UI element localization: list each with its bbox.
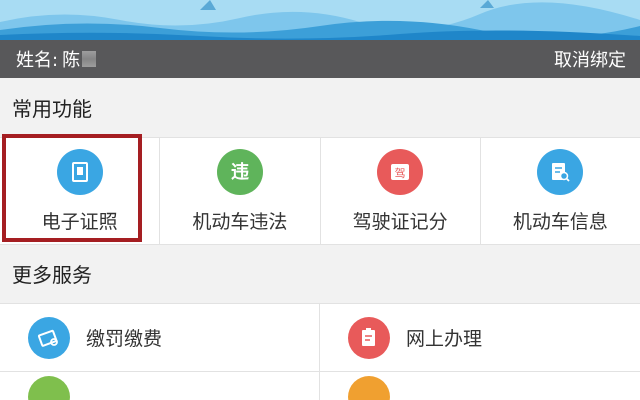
name-value: 陈 — [62, 50, 81, 71]
service-label: 网上办理 — [406, 328, 483, 350]
function-license-points[interactable]: 驾 驾驶证记分 — [321, 138, 481, 244]
header-banner — [0, 0, 640, 40]
function-vehicle-violation[interactable]: 违 机动车违法 — [160, 138, 321, 244]
function-label: 电子证照 — [41, 210, 118, 233]
unbind-button[interactable]: 取消绑定 — [554, 46, 626, 72]
function-label: 机动车信息 — [512, 210, 608, 233]
service-payment[interactable]: 缴罚缴费 — [0, 304, 320, 372]
service-online[interactable]: 网上办理 — [320, 304, 640, 372]
function-label: 机动车违法 — [192, 210, 288, 233]
more-services-grid: 缴罚缴费 网上办理 — [0, 303, 640, 400]
user-bar: 姓名: 陈 取消绑定 — [0, 40, 640, 78]
payment-card-icon — [28, 316, 70, 359]
section-title-more: 更多服务 — [12, 263, 92, 287]
svg-text:驾: 驾 — [395, 167, 406, 180]
service-partial-1[interactable] — [0, 372, 320, 400]
name-label: 姓名: — [16, 50, 59, 71]
online-form-icon — [348, 316, 390, 359]
violation-icon: 违 — [216, 148, 263, 195]
license-points-icon: 驾 — [377, 148, 424, 195]
service-partial-2[interactable] — [320, 372, 640, 400]
function-label: 驾驶证记分 — [352, 210, 448, 233]
svg-text:违: 违 — [231, 161, 249, 183]
name-redaction — [82, 51, 97, 67]
service-partial-icon — [348, 376, 390, 400]
service-label: 缴罚缴费 — [86, 328, 163, 350]
vehicle-info-icon — [537, 148, 584, 195]
service-partial-icon — [28, 376, 70, 400]
section-title-common: 常用功能 — [12, 97, 92, 121]
banner-waves — [0, 0, 640, 40]
function-vehicle-info[interactable]: 机动车信息 — [481, 138, 640, 244]
id-card-icon — [56, 148, 103, 195]
function-e-license[interactable]: 电子证照 — [0, 138, 161, 244]
common-functions-grid: 电子证照 违 机动车违法 驾 驾驶证记分 机动车信息 — [0, 137, 640, 245]
user-name: 姓名: 陈 — [16, 46, 97, 72]
